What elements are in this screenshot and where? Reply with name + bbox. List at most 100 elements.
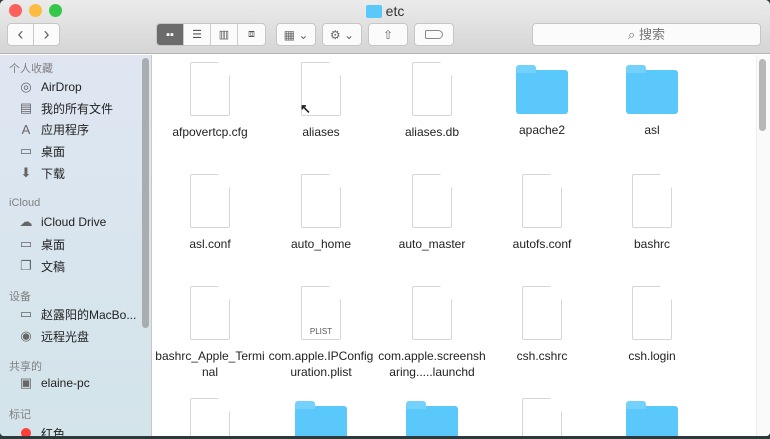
document-icon (412, 62, 452, 116)
window-title: etc (0, 2, 770, 20)
folder-icon (365, 5, 382, 18)
file-name: auto_home (290, 237, 352, 251)
cover-flow-button[interactable]: ⧈ (238, 24, 265, 45)
icon-view-button[interactable]: ▪▪ (157, 24, 184, 45)
file-item[interactable]: auto_home (266, 174, 376, 252)
document-icon (190, 398, 230, 436)
scrollbar-thumb[interactable] (759, 59, 766, 131)
file-item[interactable]: asl (597, 62, 707, 138)
search-field[interactable]: ⌕ 搜索 (532, 23, 761, 46)
scrollbar-track[interactable] (756, 55, 770, 436)
document-icon (412, 286, 452, 340)
file-item[interactable]: asl.conf (155, 174, 265, 252)
laptop-icon: ▭ (19, 306, 33, 321)
disc-icon: ◉ (20, 328, 32, 343)
document-icon (190, 62, 230, 116)
sidebar-item-icloud-desktop[interactable]: ▭ 桌面 (18, 235, 65, 253)
file-name: csh.cshrc (516, 349, 568, 363)
sidebar-item-label: elaine-pc (41, 376, 90, 390)
airdrop-icon: ◎ (20, 79, 32, 94)
file-item[interactable]: auto_master (377, 174, 487, 252)
document-icon (632, 174, 672, 228)
document-icon (522, 286, 562, 340)
file-item[interactable] (266, 398, 376, 436)
sidebar-item-label: 桌面 (41, 144, 66, 159)
file-name: com.apple.IPConfiguration.plist (268, 349, 374, 379)
sidebar-item-label: 赵露阳的MacBo... (41, 307, 137, 322)
sidebar-item-desktop[interactable]: ▭ 桌面 (18, 142, 65, 160)
file-item[interactable] (155, 398, 265, 436)
document-icon (522, 174, 562, 228)
cloud-icon: ☁ (19, 214, 33, 229)
file-name: com.apple.screensharing.....launchd (378, 349, 486, 379)
download-icon: ⬇ (20, 165, 32, 180)
folder-icon (626, 401, 678, 436)
sidebar-item-red-tag[interactable]: 红色 (18, 424, 65, 436)
section-favorites: 个人收藏 (9, 63, 53, 75)
sidebar-item-elaine-pc[interactable]: ▣ elaine-pc (18, 374, 90, 392)
sidebar-item-label: 我的所有文件 (41, 101, 114, 116)
sidebar-item-airdrop[interactable]: ◎ AirDrop (18, 78, 82, 96)
file-name: bashrc (633, 237, 671, 251)
file-name: apache2 (518, 123, 566, 137)
toolbar: etc ‹ › ▪▪ ☰ ▥ ⧈ ▦ ⌄ ⚙ ⌄ ⇧ ⌕ 搜索 (0, 0, 770, 54)
file-grid: afpovertcp.cfg ↖ aliases aliases.db apache2 a… (153, 55, 770, 436)
file-item[interactable]: apache2 (487, 62, 597, 138)
red-tag-icon (18, 425, 34, 436)
file-item[interactable]: bashrc_Apple_Terminal (155, 286, 265, 380)
file-item[interactable]: PLIST com.apple.IPConfiguration.plist (266, 286, 376, 380)
file-name: autofs.conf (512, 237, 572, 251)
plist-file-icon: PLIST (301, 286, 341, 340)
section-icloud: iCloud (9, 197, 41, 209)
document-icon (190, 174, 230, 228)
gear-icon: ⚙ (329, 27, 341, 42)
file-name: aliases.db (404, 125, 460, 139)
file-item[interactable] (487, 398, 597, 436)
sidebar-item-macbook[interactable]: ▭ 赵露阳的MacBo... (18, 305, 137, 323)
sidebar-item-downloads[interactable]: ⬇ 下载 (18, 164, 65, 182)
file-item[interactable]: bashrc (597, 174, 707, 252)
applications-icon: A (21, 121, 31, 137)
sidebar-item-documents[interactable]: ❐ 文稿 (18, 257, 65, 275)
folder-icon (406, 401, 458, 436)
sidebar-item-label: 红色 (41, 426, 66, 437)
list-view-button[interactable]: ☰ (184, 24, 211, 45)
column-view-button[interactable]: ▥ (211, 24, 238, 45)
document-icon (301, 174, 341, 228)
forward-button[interactable]: › (33, 23, 60, 46)
section-shared: 共享的 (9, 361, 42, 373)
folder-icon (626, 65, 678, 114)
file-item[interactable]: ↖ aliases (266, 62, 376, 140)
sidebar-item-all-files[interactable]: ▤ 我的所有文件 (18, 99, 113, 117)
sidebar-item-label: 桌面 (41, 237, 66, 252)
action-button[interactable]: ⚙ ⌄ (322, 23, 362, 46)
file-item[interactable]: autofs.conf (487, 174, 597, 252)
sidebar-scrollbar[interactable] (142, 58, 149, 328)
file-name: bashrc_Apple_Terminal (155, 349, 265, 379)
file-item[interactable]: csh.login (597, 286, 707, 364)
file-name: auto_master (398, 237, 466, 251)
file-item[interactable] (377, 398, 487, 436)
file-item[interactable]: csh.cshrc (487, 286, 597, 364)
file-name: afpovertcp.cfg (172, 125, 248, 139)
document-icon (412, 174, 452, 228)
all-files-icon: ▤ (19, 100, 33, 115)
file-name: asl.conf (189, 237, 231, 251)
file-item[interactable]: aliases.db (377, 62, 487, 140)
sidebar-item-icloud-drive[interactable]: ☁ iCloud Drive (18, 213, 107, 231)
file-item[interactable]: afpovertcp.cfg (155, 62, 265, 140)
share-button[interactable]: ⇧ (368, 23, 408, 46)
arrange-button[interactable]: ▦ ⌄ (276, 23, 316, 46)
sidebar-item-remote-disc[interactable]: ◉ 远程光盘 (18, 327, 89, 345)
sidebar: 个人收藏 ◎ AirDrop ▤ 我的所有文件 A 应用程序 ▭ 桌面 ⬇ 下载 iClo… (0, 55, 152, 436)
file-item[interactable] (597, 398, 707, 436)
sidebar-item-label: 远程光盘 (41, 329, 90, 344)
search-icon: ⌕ (628, 27, 636, 42)
tag-button[interactable] (414, 23, 454, 46)
sidebar-item-applications[interactable]: A 应用程序 (18, 120, 89, 138)
back-button[interactable]: ‹ (7, 23, 34, 46)
desktop-icon: ▭ (19, 143, 33, 158)
sidebar-item-label: AirDrop (41, 80, 82, 94)
document-icon (190, 286, 230, 340)
file-item[interactable]: com.apple.screensharing.....launchd (377, 286, 487, 380)
